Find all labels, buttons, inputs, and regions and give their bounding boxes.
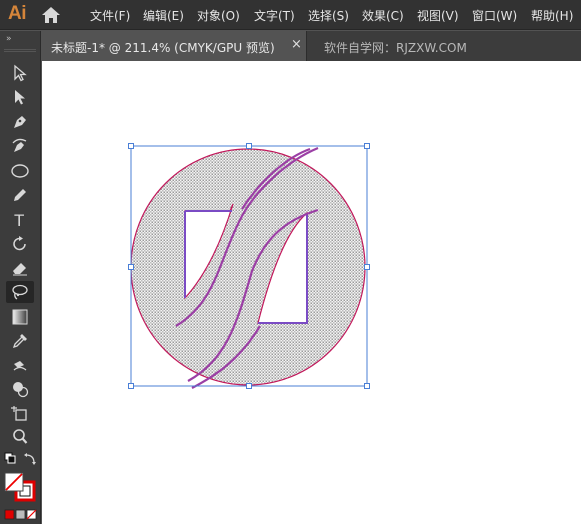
pen-icon	[14, 116, 26, 128]
document-tab[interactable]: 未标题-1* @ 211.4% (CMYK/GPU 预览) ×	[41, 31, 307, 61]
app-logo: Ai	[8, 3, 27, 24]
pencil-tool[interactable]	[6, 184, 34, 206]
curvature-tool[interactable]	[6, 135, 34, 157]
eyedropper-tool[interactable]	[6, 330, 34, 352]
handle-top-center[interactable]	[246, 143, 252, 149]
handle-bottom-left[interactable]	[128, 383, 134, 389]
lasso-icon	[12, 284, 28, 300]
ring-shape[interactable]	[130, 148, 366, 386]
menu-bar: Ai 文件(F) 编辑(E) 对象(O) 文字(T) 选择(S) 效果(C) 视…	[0, 0, 581, 30]
direct-selection-icon	[15, 90, 25, 105]
document-tab-title: 未标题-1* @ 211.4% (CMYK/GPU 预览)	[51, 41, 275, 55]
svg-text:T: T	[14, 211, 24, 229]
menu-select[interactable]: 选择(S)	[308, 7, 349, 24]
gradient-icon	[12, 309, 28, 325]
artwork[interactable]	[42, 61, 581, 524]
menu-view[interactable]: 视图(V)	[417, 7, 459, 24]
color-mode-icon[interactable]	[4, 509, 38, 521]
menu-help[interactable]: 帮助(H)	[531, 7, 573, 24]
tools-panel: » T	[0, 31, 41, 524]
type-icon: T	[14, 211, 24, 229]
gradient-tool[interactable]	[6, 306, 34, 328]
lasso-tool[interactable]	[6, 281, 34, 303]
artboard-tool[interactable]	[6, 402, 34, 424]
shape-builder-tool[interactable]	[6, 378, 34, 400]
document-tab-bar: 未标题-1* @ 211.4% (CMYK/GPU 预览) × 软件自学网：RJ…	[41, 31, 581, 61]
zoom-icon	[13, 429, 28, 444]
menu-file[interactable]: 文件(F)	[90, 7, 130, 24]
fill-stroke-icon[interactable]	[4, 472, 38, 504]
menu-object[interactable]: 对象(O)	[197, 7, 240, 24]
watermark-text: 软件自学网：RJZXW.COM	[324, 41, 467, 55]
selection-icon	[14, 64, 27, 82]
blend-tool[interactable]	[6, 354, 34, 376]
close-icon[interactable]: ×	[291, 37, 302, 52]
panel-grip[interactable]	[4, 49, 36, 52]
canvas[interactable]	[42, 61, 581, 524]
handle-middle-right[interactable]	[364, 264, 370, 270]
direct-selection-tool[interactable]	[6, 86, 34, 108]
handle-middle-left[interactable]	[128, 264, 134, 270]
handle-bottom-center[interactable]	[246, 383, 252, 389]
pencil-icon	[14, 189, 26, 201]
pen-tool[interactable]	[6, 111, 34, 133]
zoom-tool[interactable]	[6, 426, 34, 448]
blend-icon	[13, 361, 27, 371]
rotate-icon	[13, 236, 26, 251]
ellipse-icon	[11, 164, 29, 178]
handle-top-right[interactable]	[364, 143, 370, 149]
eyedropper-icon	[12, 334, 27, 349]
eraser-tool[interactable]	[6, 257, 34, 279]
menu-edit[interactable]: 编辑(E)	[143, 7, 184, 24]
home-icon[interactable]	[40, 5, 62, 25]
rotate-tool[interactable]	[6, 233, 34, 255]
artboard-icon	[11, 406, 27, 421]
type-tool[interactable]: T	[6, 208, 34, 230]
handle-bottom-right[interactable]	[364, 383, 370, 389]
menu-effect[interactable]: 效果(C)	[362, 7, 404, 24]
eraser-icon	[13, 263, 27, 276]
menu-type[interactable]: 文字(T)	[254, 7, 295, 24]
collapse-panel-icon[interactable]: »	[6, 34, 11, 44]
curvature-icon	[12, 138, 27, 152]
handle-top-left[interactable]	[128, 143, 134, 149]
menu-window[interactable]: 窗口(W)	[472, 7, 517, 24]
shape-builder-icon	[13, 382, 29, 398]
default-colors-icon[interactable]	[4, 452, 38, 470]
ellipse-tool[interactable]	[6, 160, 34, 182]
selection-tool[interactable]	[6, 62, 34, 84]
